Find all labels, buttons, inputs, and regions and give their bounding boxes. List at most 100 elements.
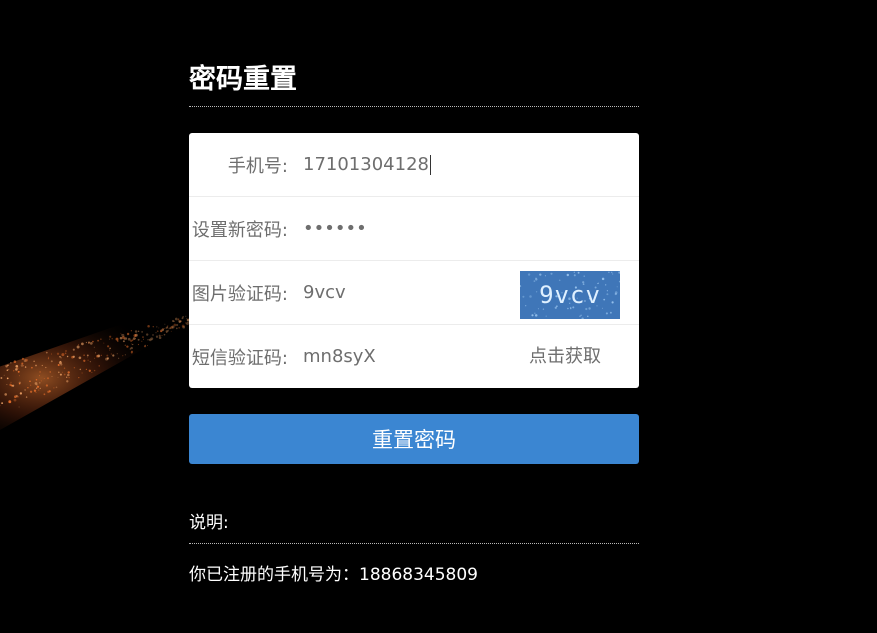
spark <box>67 373 70 377</box>
captcha-noise-dot <box>577 271 580 274</box>
spark <box>41 364 43 367</box>
spark <box>142 338 145 340</box>
captcha-row: 图片验证码: 9vcv 9vcv <box>189 261 639 325</box>
spark <box>170 330 172 332</box>
captcha-noise-dot <box>601 277 605 281</box>
captcha-noise-dot <box>534 314 538 317</box>
spark <box>17 367 19 369</box>
spark <box>115 337 119 341</box>
spark <box>17 396 19 398</box>
spark <box>168 328 170 330</box>
reset-password-button[interactable]: 重置密码 <box>189 414 639 464</box>
spark <box>15 368 18 371</box>
spark <box>165 330 168 333</box>
captcha-noise-dot <box>529 295 532 298</box>
captcha-noise-dot <box>608 271 610 274</box>
captcha-noise-dot <box>550 272 553 275</box>
spark <box>3 374 5 376</box>
spark <box>124 337 128 340</box>
spark <box>13 360 17 363</box>
captcha-noise-dot <box>533 280 536 282</box>
spark <box>174 317 178 321</box>
spark <box>1 402 4 404</box>
spark <box>45 366 47 369</box>
spark <box>60 357 62 359</box>
spark <box>49 371 51 373</box>
spark <box>87 356 88 358</box>
spark <box>21 357 24 360</box>
spark <box>129 348 131 350</box>
spark <box>6 369 9 372</box>
captcha-noise-dot <box>580 314 582 316</box>
spark <box>50 360 53 363</box>
get-sms-code-button[interactable]: 点击获取 <box>529 325 601 388</box>
spark <box>29 380 31 383</box>
spark <box>51 376 53 377</box>
spark <box>98 365 100 367</box>
spark <box>95 352 97 354</box>
spark <box>79 368 82 371</box>
spark <box>156 330 159 333</box>
spark <box>87 359 89 361</box>
password-field[interactable]: •••••• <box>303 218 639 239</box>
spark <box>89 361 91 363</box>
spark <box>176 323 179 327</box>
page-background: 密码重置 手机号: 17101304128 设置新密码: •••••• 图片验证… <box>0 0 877 633</box>
spark <box>91 371 93 373</box>
captcha-noise-dot <box>545 315 547 317</box>
spark <box>40 380 42 382</box>
spark <box>109 347 111 350</box>
text-cursor <box>429 155 431 175</box>
spark <box>144 344 146 346</box>
spark <box>0 377 3 379</box>
spark <box>65 350 67 352</box>
spark <box>33 389 37 392</box>
phone-field[interactable]: 17101304128 <box>303 154 639 175</box>
spark <box>141 340 143 342</box>
captcha-image[interactable]: 9vcv <box>520 271 620 319</box>
spark <box>31 366 33 369</box>
spark <box>35 387 38 389</box>
spark <box>116 353 118 355</box>
spark <box>38 389 40 391</box>
spark <box>162 328 164 330</box>
spark <box>25 358 28 362</box>
spark <box>61 353 65 357</box>
spark <box>186 318 188 320</box>
spark <box>137 338 140 341</box>
spark <box>181 324 185 328</box>
spark <box>86 354 89 357</box>
spark <box>130 330 133 332</box>
note-text: 你已注册的手机号为：18868345809 <box>189 565 478 585</box>
spark <box>134 337 137 340</box>
captcha-noise-dot <box>605 284 607 286</box>
spark <box>51 353 53 355</box>
spark <box>27 387 29 389</box>
spark <box>4 393 8 396</box>
spark <box>100 354 102 356</box>
spark <box>10 362 12 364</box>
spark <box>18 375 20 377</box>
spark <box>155 332 157 334</box>
spark <box>156 326 158 328</box>
spark <box>24 389 26 391</box>
captcha-noise-dot <box>618 271 620 274</box>
captcha-noise-dot <box>611 301 614 304</box>
captcha-noise-dot <box>573 271 575 273</box>
spark <box>18 406 20 408</box>
spark <box>76 345 80 349</box>
spark <box>133 334 137 338</box>
spark <box>112 354 115 357</box>
spark <box>158 327 160 329</box>
spark <box>58 371 60 374</box>
captcha-label: 图片验证码: <box>191 283 288 305</box>
captcha-noise-dot <box>606 293 609 296</box>
captcha-noise-dot <box>539 273 542 276</box>
spark <box>124 344 126 346</box>
captcha-noise-dot <box>603 298 606 301</box>
spark <box>88 369 91 372</box>
spark <box>146 333 149 336</box>
spark <box>72 355 75 358</box>
spark <box>59 356 61 358</box>
spark <box>97 354 101 358</box>
